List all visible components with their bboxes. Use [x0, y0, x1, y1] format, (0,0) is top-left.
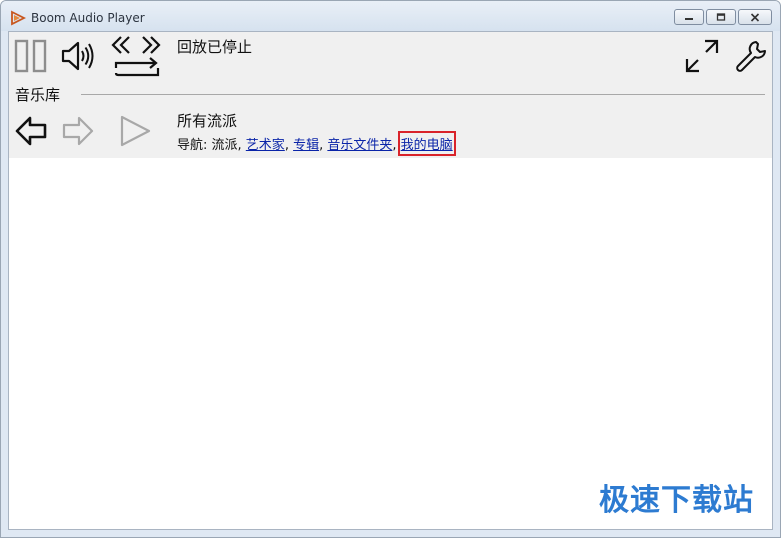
breadcrumb-prefix: 导航:: [177, 138, 212, 153]
maximize-button[interactable]: [706, 9, 736, 25]
app-window: Boom Audio Player 回放已停止 音乐库 所有流派 导航: 流派,…: [0, 0, 781, 538]
title-bar[interactable]: Boom Audio Player: [1, 1, 780, 31]
breadcrumb-separator: ,: [392, 138, 401, 153]
breadcrumb-link-artists[interactable]: 艺术家: [246, 138, 285, 153]
restore-icon: [716, 13, 726, 21]
close-icon: [750, 12, 760, 22]
breadcrumb-link-albums[interactable]: 专辑: [293, 138, 319, 153]
close-button[interactable]: [738, 9, 772, 25]
library-content-area[interactable]: 极速下载站: [9, 158, 772, 529]
window-controls: [674, 9, 772, 25]
music-library-label: 音乐库: [15, 84, 65, 105]
pause-icon[interactable]: [14, 39, 48, 73]
highlight-box: 我的电脑: [397, 131, 456, 156]
breadcrumb: 导航: 流派, 艺术家, 专辑, 音乐文件夹, 我的电脑: [177, 131, 456, 156]
current-view-title: 所有流派: [177, 112, 238, 130]
breadcrumb-separator: ,: [237, 138, 246, 153]
section-divider: [81, 94, 765, 95]
playback-status: 回放已停止: [177, 38, 253, 56]
breadcrumb-link-my-computer[interactable]: 我的电脑: [401, 138, 453, 153]
breadcrumb-separator: ,: [284, 138, 294, 153]
breadcrumb-current: 流派: [211, 138, 238, 153]
minimize-icon: [685, 18, 693, 20]
window-title: Boom Audio Player: [31, 11, 145, 25]
repeat-icon[interactable]: [112, 56, 162, 80]
volume-icon[interactable]: [60, 40, 96, 72]
back-arrow-icon[interactable]: [14, 114, 48, 148]
fullscreen-icon[interactable]: [685, 39, 719, 73]
previous-next-icon[interactable]: [110, 35, 162, 55]
play-icon[interactable]: [118, 114, 152, 148]
settings-wrench-icon[interactable]: [735, 39, 767, 73]
player-toolbar: 回放已停止: [9, 32, 772, 90]
app-logo-icon: [11, 10, 26, 26]
breadcrumb-link-music-folders[interactable]: 音乐文件夹: [327, 138, 392, 153]
watermark: 极速下载站: [599, 483, 754, 518]
minimize-button[interactable]: [674, 9, 704, 25]
forward-arrow-icon[interactable]: [61, 114, 95, 148]
client-area: 回放已停止 音乐库 所有流派 导航: 流派, 艺术家, 专辑, 音乐文件夹, 我…: [8, 31, 773, 530]
